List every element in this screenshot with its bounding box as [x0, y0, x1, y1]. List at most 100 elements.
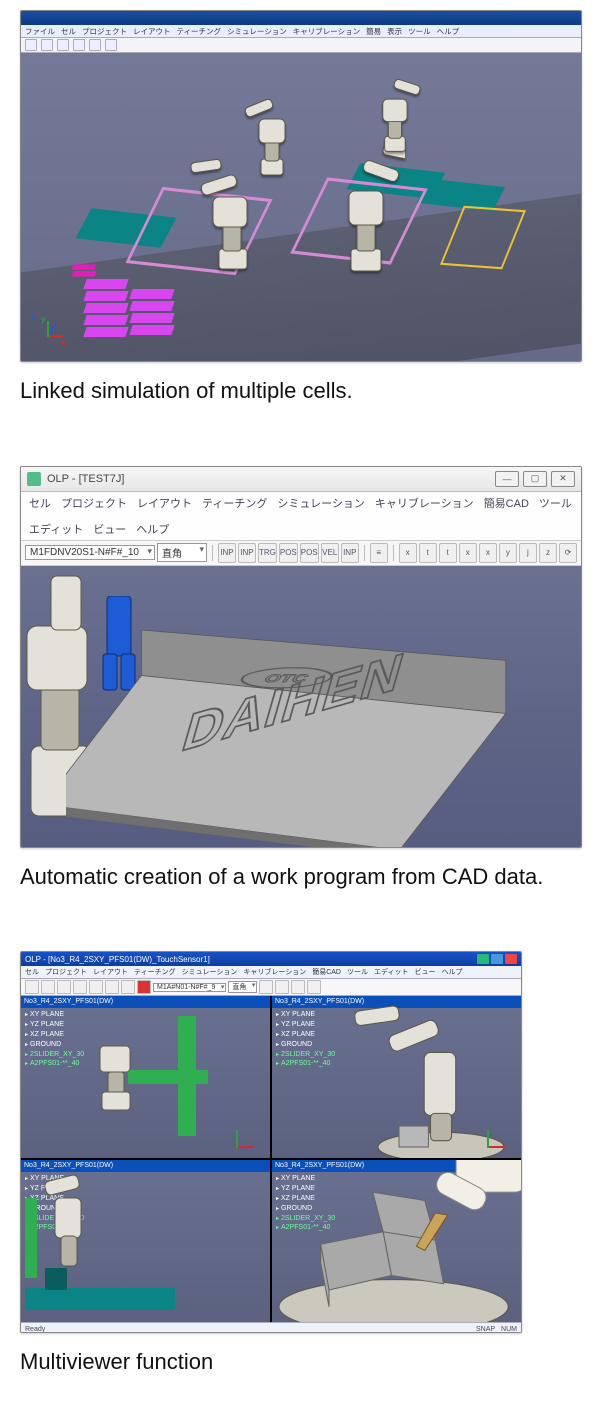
toolbar-button[interactable]: INP — [341, 543, 359, 563]
menu-item[interactable]: プロジェクト — [82, 26, 127, 37]
maximize-button[interactable]: ▢ — [523, 471, 547, 487]
toolbar-button[interactable]: ⟳ — [559, 543, 577, 563]
minimize-button[interactable]: — — [495, 471, 519, 487]
toolbar-button[interactable]: x — [399, 543, 417, 563]
page: ファイル セル プロジェクト レイアウト ティーチング シミュレーション キャリ… — [0, 10, 600, 1417]
menu-item[interactable]: セル — [61, 26, 76, 37]
bench-green — [417, 179, 505, 211]
toolbar-button[interactable] — [57, 39, 69, 51]
figure-caption: Multiviewer function — [20, 1347, 580, 1377]
menubar: セル プロジェクト レイアウト ティーチング シミュレーション キャリブレーショ… — [21, 966, 521, 979]
toolbar-button[interactable]: t — [419, 543, 437, 563]
toolbar-button[interactable] — [73, 980, 87, 994]
menu-item[interactable]: ツール — [539, 495, 572, 511]
figure-2: OLP - [TEST7J] — ▢ ✕ セル プロジェクト レイアウト ティー… — [20, 466, 580, 892]
menu-item[interactable]: レイアウト — [133, 26, 171, 37]
work-table: OTC DAIHEN — [66, 630, 581, 848]
menu-item[interactable]: エディット — [29, 521, 83, 537]
coord-select[interactable]: 直角 — [157, 543, 207, 562]
robot-arm — [366, 73, 422, 157]
menu-item[interactable]: シミュレーション — [182, 967, 238, 977]
toolbar-button[interactable] — [89, 39, 101, 51]
titlebar: OLP - [TEST7J] — ▢ ✕ — [21, 467, 581, 492]
toolbar-button[interactable]: INP — [218, 543, 236, 563]
toolbar-button[interactable] — [25, 39, 37, 51]
toolbar — [21, 38, 581, 53]
viewport-pane[interactable]: No3_R4_2SXY_PFS01(DW) XY PLANE YZ PLANE … — [21, 1160, 270, 1322]
toolbar-button[interactable] — [105, 980, 119, 994]
viewport-pane[interactable]: No3_R4_2SXY_PFS01(DW) XY PLANE YZ PLANE … — [272, 1160, 521, 1322]
menu-item[interactable]: シミュレーション — [277, 495, 365, 511]
menu-item[interactable]: セル — [29, 495, 51, 511]
toolbar-button[interactable] — [89, 980, 103, 994]
toolbar-button[interactable] — [291, 980, 305, 994]
toolbar-button[interactable]: x — [459, 543, 477, 563]
menu-item[interactable]: 簡易CAD — [484, 495, 529, 511]
menu-item[interactable]: ヘルプ — [136, 521, 169, 537]
menu-item[interactable]: ヘルプ — [437, 26, 460, 37]
toolbar-button[interactable] — [259, 980, 273, 994]
menu-item[interactable]: キャリブレーション — [243, 967, 306, 977]
minimize-button[interactable] — [477, 954, 489, 964]
mechanism-select[interactable]: M1A#N01-N#F#_9 — [153, 983, 226, 992]
menu-item[interactable]: エディット — [374, 967, 409, 977]
menu-item[interactable]: 表示 — [387, 26, 402, 37]
toolbar-button[interactable]: t — [439, 543, 457, 563]
menu-item[interactable]: キャリブレーション — [375, 495, 474, 511]
close-button[interactable]: ✕ — [551, 471, 575, 487]
toolbar-button[interactable] — [73, 39, 85, 51]
toolbar-button[interactable]: x — [479, 543, 497, 563]
menu-item[interactable]: ティーチング — [134, 967, 176, 977]
toolbar-button[interactable]: POS — [300, 543, 319, 563]
menu-item[interactable]: ビュー — [93, 521, 126, 537]
toolbar-button[interactable]: TRG — [258, 543, 277, 563]
menu-item[interactable]: キャリブレーション — [293, 26, 360, 37]
menu-item[interactable]: ティーチング — [202, 495, 267, 511]
menu-item[interactable]: レイアウト — [137, 495, 192, 511]
toolbar-button[interactable] — [57, 980, 71, 994]
menu-item[interactable]: ツール — [408, 26, 431, 37]
toolbar-stop-button[interactable] — [137, 980, 151, 994]
toolbar-button[interactable] — [121, 980, 135, 994]
toolbar-button[interactable]: y — [499, 543, 517, 563]
toolbar-button[interactable] — [41, 39, 53, 51]
toolbar-button[interactable]: z — [539, 543, 557, 563]
menu-item[interactable]: 簡易 — [366, 26, 381, 37]
toolbar-button[interactable] — [105, 39, 117, 51]
toolbar-button[interactable]: INP — [238, 543, 256, 563]
menu-item[interactable]: 簡易CAD — [312, 967, 341, 977]
menubar: ファイル セル プロジェクト レイアウト ティーチング シミュレーション キャリ… — [21, 25, 581, 38]
toolbar-button[interactable]: VEL — [321, 543, 339, 563]
coord-select[interactable]: 直角 — [228, 981, 257, 993]
menu-item[interactable]: ヘルプ — [442, 967, 463, 977]
viewport-pane[interactable]: No3_R4_2SXY_PFS01(DW) XY PLANE YZ PLANE … — [272, 996, 521, 1158]
titlebar: OLP - [No3_R4_2SXY_PFS01(DW)_TouchSensor… — [21, 952, 521, 966]
close-button[interactable] — [505, 954, 517, 964]
menu-item[interactable]: ビュー — [415, 967, 436, 977]
toolbar-button[interactable]: j — [519, 543, 537, 563]
3d-viewport[interactable]: OTC DAIHEN — [21, 566, 581, 848]
maximize-button[interactable] — [491, 954, 503, 964]
toolbar-button[interactable] — [41, 980, 55, 994]
viewport-pane[interactable]: No3_R4_2SXY_PFS01(DW) XY PLANE YZ PLANE … — [21, 996, 270, 1158]
menu-item[interactable]: レイアウト — [93, 967, 128, 977]
menu-item[interactable]: ティーチング — [177, 26, 222, 37]
menu-item[interactable]: プロジェクト — [61, 495, 127, 511]
toolbar-button[interactable] — [275, 980, 289, 994]
screenshot-2-app-window: OLP - [TEST7J] — ▢ ✕ セル プロジェクト レイアウト ティー… — [20, 466, 582, 848]
menu-item[interactable]: セル — [25, 967, 39, 977]
menu-item[interactable]: ファイル — [25, 26, 55, 37]
toolbar-button[interactable] — [307, 980, 321, 994]
figure-caption: Linked simulation of multiple cells. — [20, 376, 580, 406]
mechanism-select[interactable]: M1FDNV20S1-N#F#_10 — [25, 545, 155, 560]
toolbar-button[interactable] — [25, 980, 39, 994]
3d-viewport[interactable]: xyz — [21, 53, 581, 362]
menu-item[interactable]: ツール — [347, 967, 368, 977]
axis-triad-icon — [487, 1124, 511, 1148]
toolbar-button[interactable]: POS — [279, 543, 298, 563]
toolbar-button[interactable]: ≡ — [370, 543, 388, 563]
figure-1: ファイル セル プロジェクト レイアウト ティーチング シミュレーション キャリ… — [20, 10, 580, 406]
menu-item[interactable]: プロジェクト — [45, 967, 87, 977]
stacked-pallets — [131, 289, 173, 337]
menu-item[interactable]: シミュレーション — [227, 26, 287, 37]
